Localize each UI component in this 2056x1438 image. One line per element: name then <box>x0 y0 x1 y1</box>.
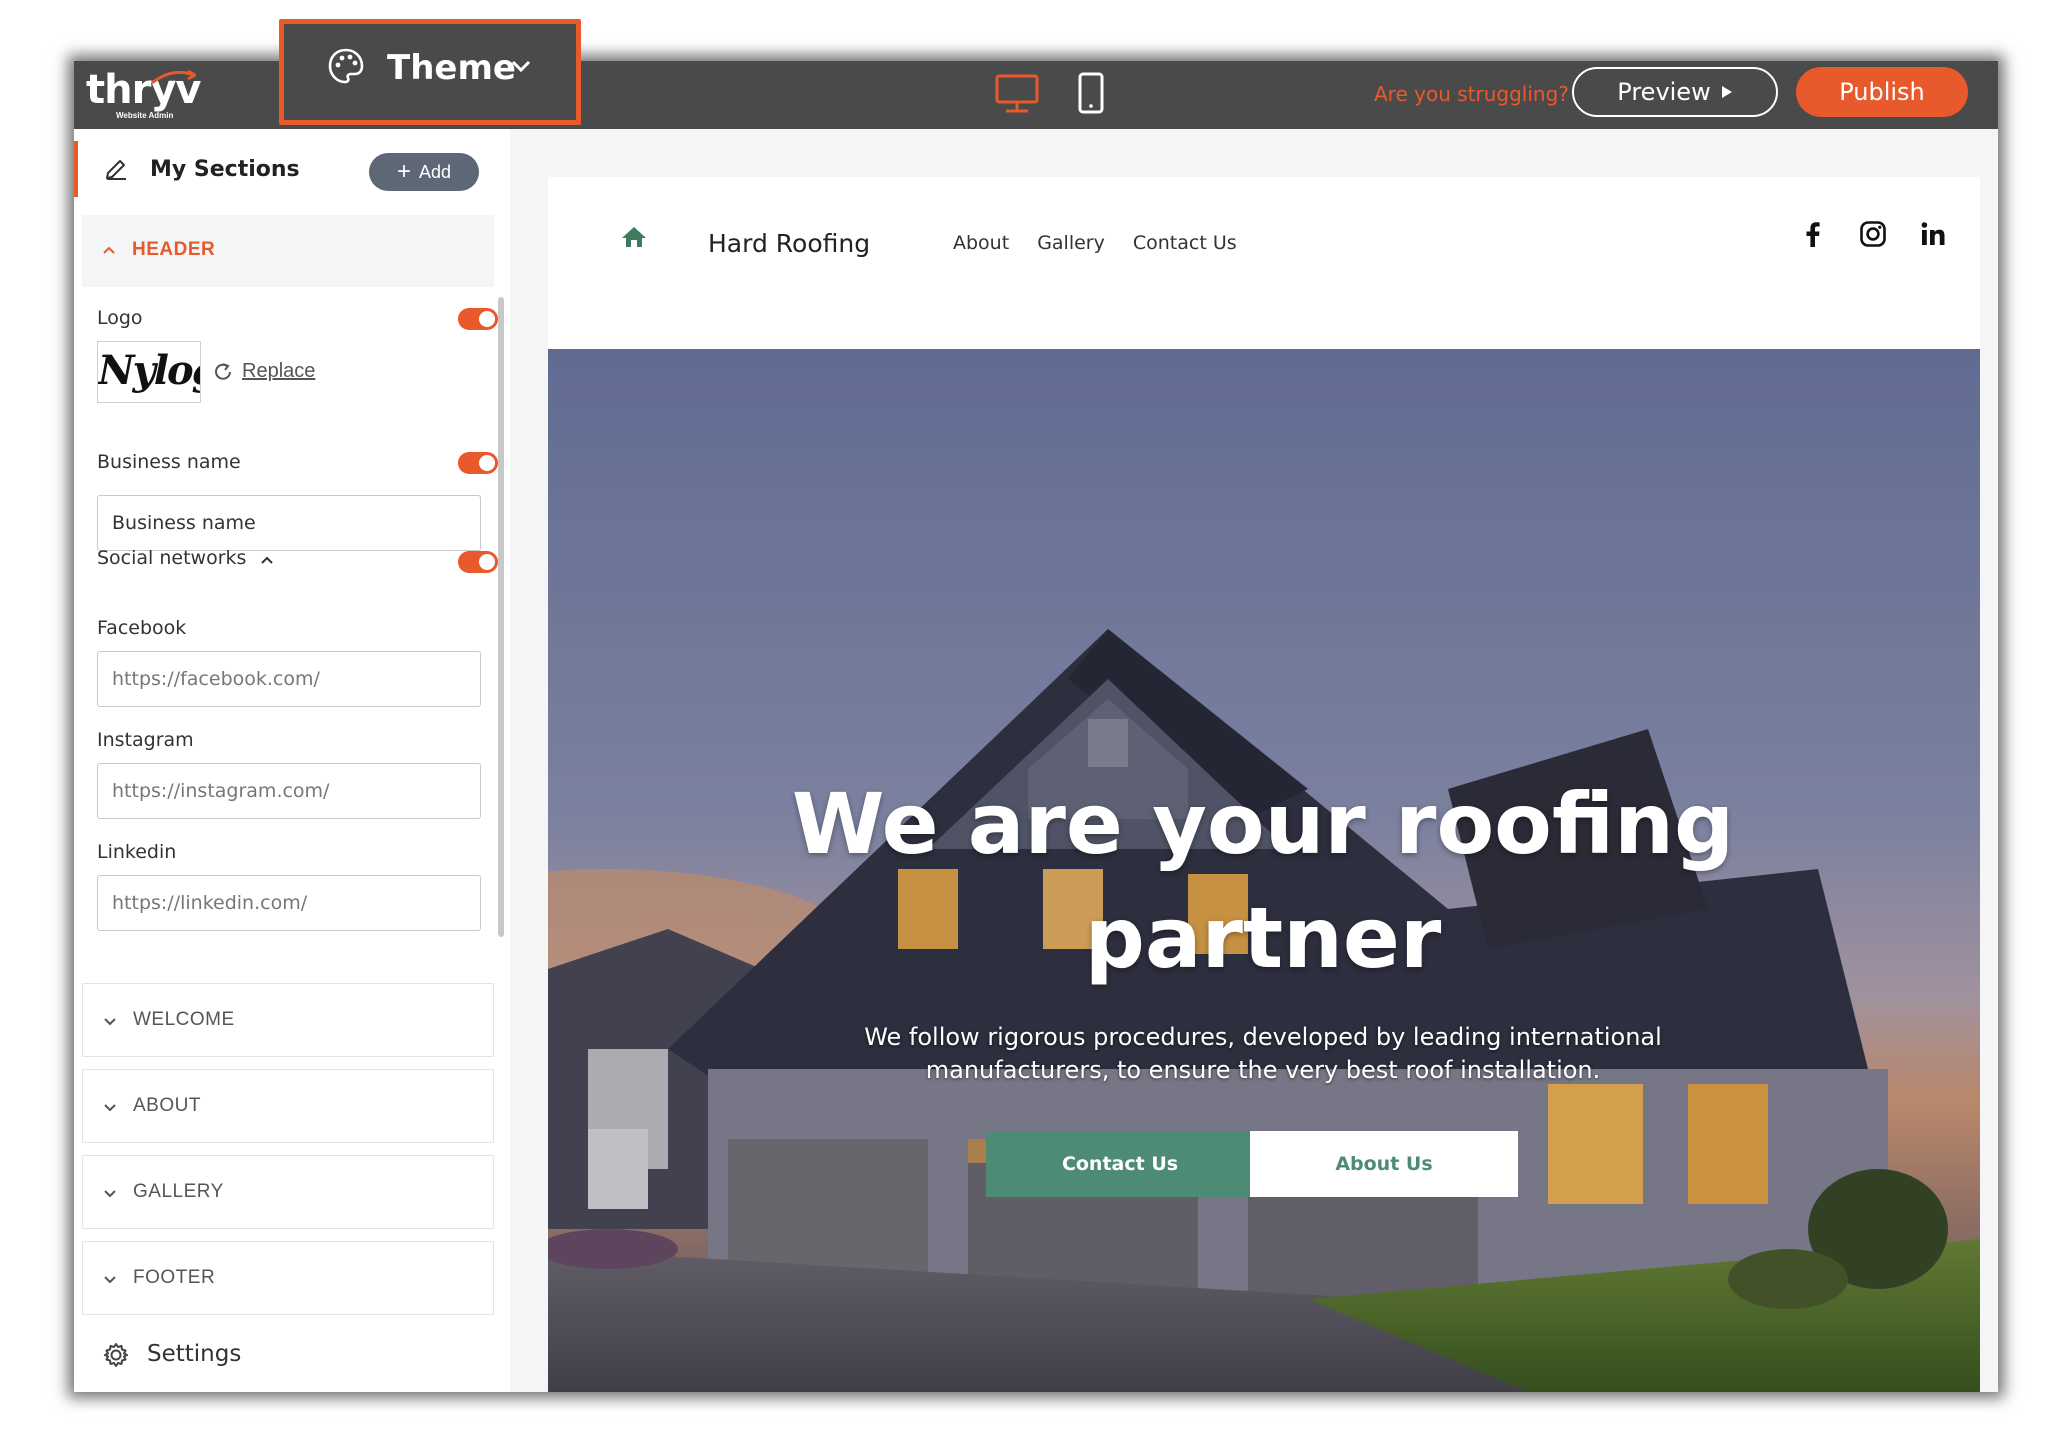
help-link[interactable]: Are you struggling? <box>1374 82 1569 106</box>
hero-content: We are your roofing partner We follow ri… <box>548 349 1980 1392</box>
section-welcome-label: WELCOME <box>133 1009 235 1030</box>
instagram-label: Instagram <box>97 729 194 751</box>
section-welcome[interactable]: WELCOME <box>82 983 494 1057</box>
facebook-label: Facebook <box>97 617 187 639</box>
site-social-icons <box>1798 219 1948 249</box>
add-label: Add <box>418 161 452 182</box>
add-section-button[interactable]: + Add <box>369 153 479 191</box>
theme-dropdown[interactable]: Theme <box>279 19 581 125</box>
section-gallery[interactable]: GALLERY <box>82 1155 494 1229</box>
hero-section: We are your roofing partner We follow ri… <box>548 349 1980 1392</box>
hero-about-button[interactable]: About Us <box>1250 1131 1518 1197</box>
sidebar-scrollbar[interactable] <box>498 297 504 937</box>
business-name-input[interactable]: Business name <box>97 495 481 551</box>
logo-tagline: Website Admin <box>116 111 174 120</box>
plus-icon: + <box>396 158 411 185</box>
play-icon <box>1721 86 1732 98</box>
refresh-icon <box>215 362 231 380</box>
gear-icon <box>104 1343 128 1367</box>
section-gallery-label: GALLERY <box>133 1181 224 1202</box>
site-nav-contact[interactable]: Contact Us <box>1133 232 1237 254</box>
chevron-down-icon <box>104 1190 116 1198</box>
site-header: Hard Roofing About Gallery Contact Us <box>548 177 1980 349</box>
chevron-down-icon <box>104 1018 116 1026</box>
preview-button[interactable]: Preview <box>1572 67 1778 117</box>
linkedin-label: Linkedin <box>97 841 177 863</box>
settings-button[interactable]: Settings <box>74 1319 510 1392</box>
app-window: thryv Website Admin Are you struggling? … <box>74 61 1998 1392</box>
chevron-down-icon <box>104 1104 116 1112</box>
hero-contact-button[interactable]: Contact Us <box>986 1131 1254 1197</box>
section-footer-label: FOOTER <box>133 1267 216 1288</box>
header-section-toggle[interactable]: HEADER <box>82 215 494 287</box>
replace-label: Replace <box>242 360 316 382</box>
site-nav-about[interactable]: About <box>953 232 1009 254</box>
desktop-view-icon[interactable] <box>994 73 1040 115</box>
chevron-down-icon <box>511 60 531 73</box>
theme-label: Theme <box>387 48 516 88</box>
linkedin-url-input[interactable]: https://linkedin.com/ <box>97 875 481 931</box>
chevron-down-icon <box>104 1276 116 1284</box>
chevron-up-icon <box>103 246 115 254</box>
facebook-icon[interactable] <box>1798 219 1828 249</box>
logo-toggle[interactable] <box>458 308 498 330</box>
hero-title[interactable]: We are your roofing partner <box>728 767 1798 995</box>
preview-label: Preview <box>1617 78 1711 106</box>
site-nav-gallery[interactable]: Gallery <box>1037 232 1105 254</box>
logo-swoosh-icon <box>151 69 196 85</box>
sections-panel: My Sections + Add HEADER Logo Nylog Repl… <box>74 129 510 1392</box>
site-nav: About Gallery Contact Us <box>953 232 1237 254</box>
section-about-label: ABOUT <box>133 1095 201 1116</box>
pencil-icon <box>106 160 126 180</box>
replace-logo-link[interactable]: Replace <box>212 360 315 383</box>
header-section-title: HEADER <box>132 239 216 260</box>
hero-subtitle[interactable]: We follow rigorous procedures, developed… <box>838 1021 1688 1087</box>
social-networks-toggle[interactable] <box>458 551 498 573</box>
home-icon[interactable] <box>620 225 648 249</box>
linkedin-icon[interactable] <box>1918 219 1948 249</box>
logo-label: Logo <box>97 307 143 329</box>
logo-thumbnail: Nylog <box>97 341 201 403</box>
instagram-icon[interactable] <box>1858 219 1888 249</box>
section-footer[interactable]: FOOTER <box>82 1241 494 1315</box>
business-name-toggle[interactable] <box>458 452 498 474</box>
chevron-up-icon[interactable] <box>260 555 274 565</box>
site-business-name[interactable]: Hard Roofing <box>708 229 870 258</box>
facebook-url-input[interactable]: https://facebook.com/ <box>97 651 481 707</box>
mobile-view-icon[interactable] <box>1077 71 1105 115</box>
settings-label: Settings <box>147 1341 242 1367</box>
palette-icon <box>328 48 364 84</box>
my-sections-title: My Sections <box>150 157 300 182</box>
section-about[interactable]: ABOUT <box>82 1069 494 1143</box>
instagram-url-input[interactable]: https://instagram.com/ <box>97 763 481 819</box>
publish-button[interactable]: Publish <box>1796 67 1968 117</box>
thryv-logo[interactable]: thryv Website Admin <box>86 67 216 123</box>
sections-header: My Sections + Add <box>74 129 510 209</box>
active-indicator <box>74 141 78 197</box>
website-preview[interactable]: Hard Roofing About Gallery Contact Us We… <box>548 177 1980 1392</box>
sections-scroll-area[interactable]: HEADER Logo Nylog Replace Business name … <box>82 215 502 1325</box>
social-networks-label: Social networks <box>97 547 247 569</box>
business-name-label: Business name <box>97 451 241 473</box>
